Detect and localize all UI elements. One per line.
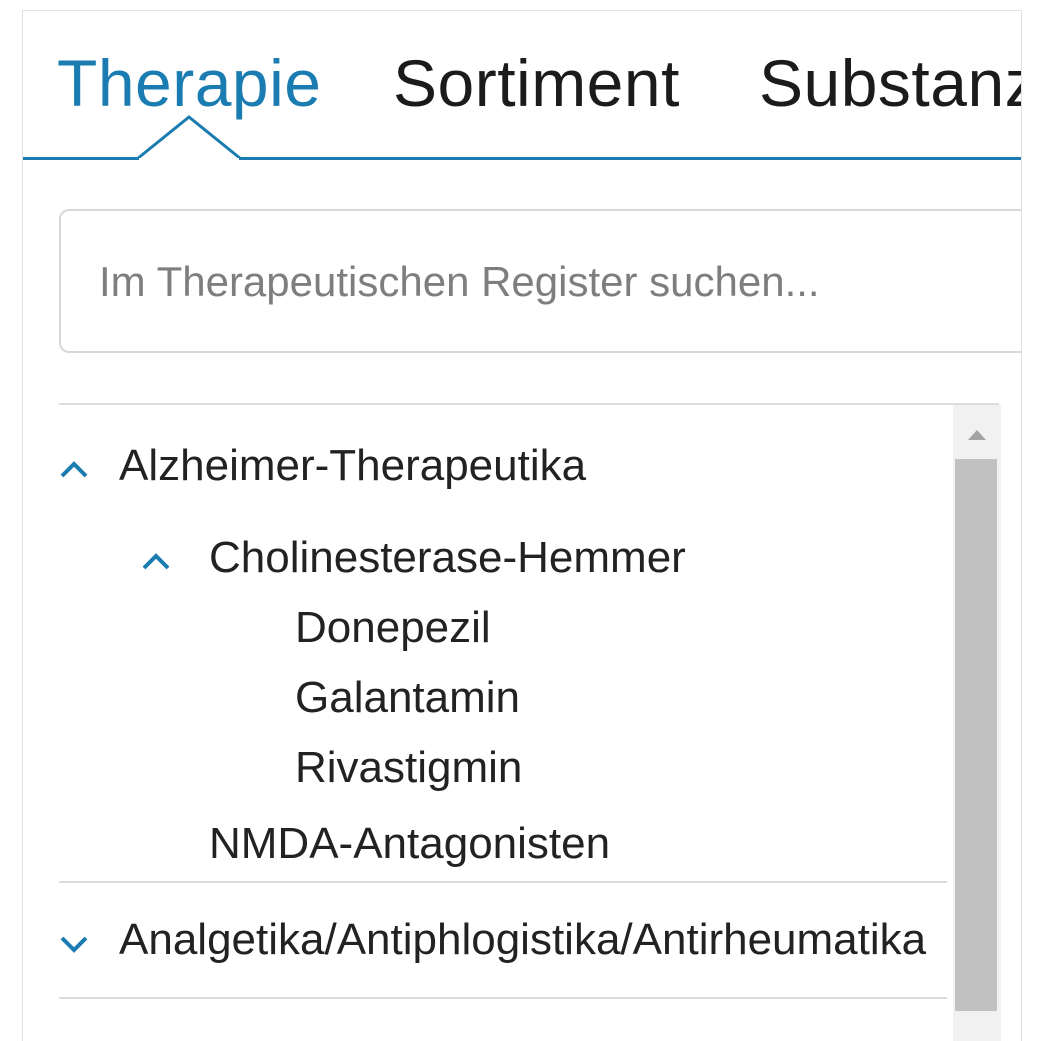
- tree-top-divider: [59, 403, 999, 405]
- search-input[interactable]: [97, 211, 1021, 353]
- tree-divider: [59, 881, 947, 883]
- tree-item-galantamin[interactable]: Galantamin: [295, 673, 520, 723]
- tree-item-label: Cholinesterase-Hemmer: [209, 533, 686, 582]
- tree-item-donepezil[interactable]: Donepezil: [295, 603, 491, 653]
- chevron-up-icon: [60, 461, 88, 478]
- tree-item-label: Alzheimer-Therapeutika: [119, 441, 587, 490]
- search-field[interactable]: [59, 209, 1021, 353]
- tree-divider: [59, 997, 947, 999]
- tab-sortiment[interactable]: Sortiment: [393, 37, 680, 129]
- tree-item-rivastigmin[interactable]: Rivastigmin: [295, 743, 522, 793]
- scrollbar-thumb[interactable]: [955, 459, 997, 1011]
- tab-substanz[interactable]: Substanz: [759, 37, 1021, 129]
- tree-item-label: Analgetika/Antiphlogistika/Antirheumatik…: [119, 915, 927, 964]
- tree-item-nmda[interactable]: NMDA-Antagonisten: [209, 819, 610, 869]
- tab-bar: Therapie Sortiment Substanz: [23, 11, 1021, 161]
- tree-item-label: Rivastigmin: [295, 743, 523, 792]
- chevron-up-icon: [142, 553, 170, 570]
- tree-item-label: NMDA-Antagonisten: [209, 819, 611, 868]
- tree-item-label: Galantamin: [295, 673, 521, 722]
- tree-item-label: Donepezil: [295, 603, 491, 652]
- active-tab-caret-icon: [137, 115, 241, 161]
- chevron-down-icon: [60, 936, 88, 953]
- therapy-register-panel: Therapie Sortiment Substanz Alzheimer-Th…: [22, 10, 1022, 1041]
- scroll-up-arrow-icon[interactable]: [967, 429, 987, 441]
